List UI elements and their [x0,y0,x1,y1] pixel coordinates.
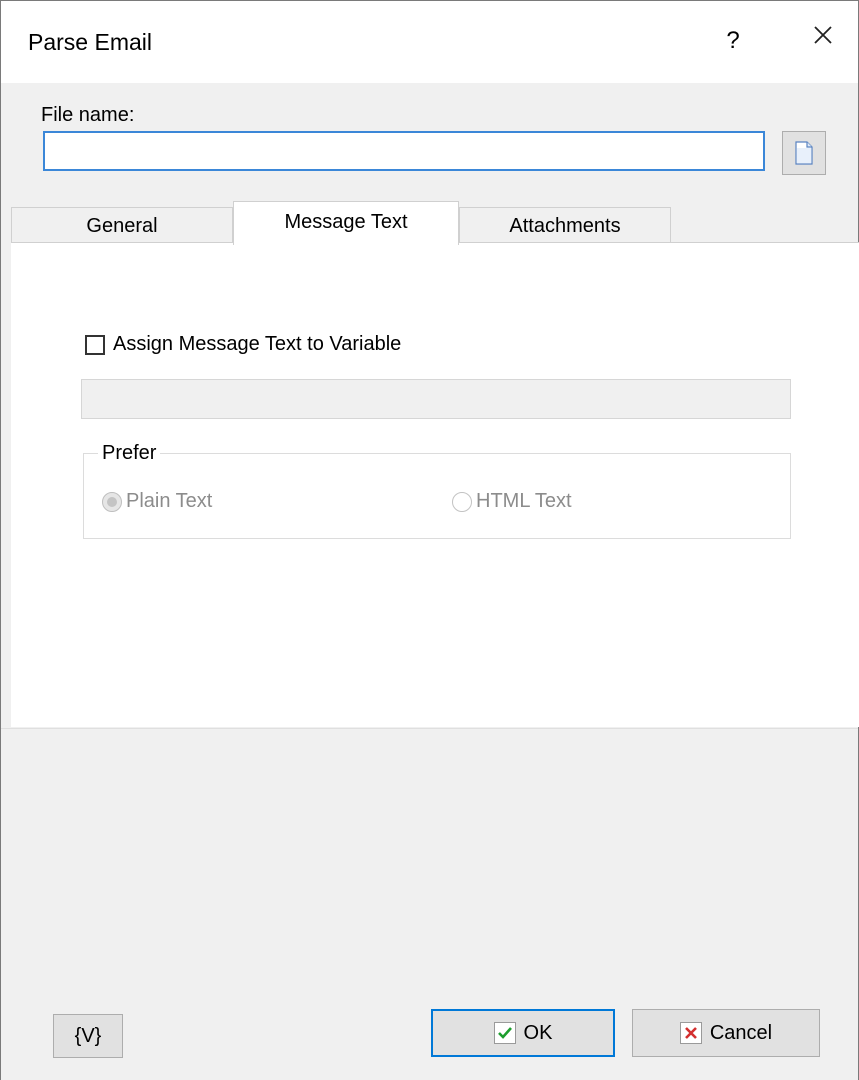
dialog-window: Parse Email ? File name: General Message… [0,0,859,1080]
assign-variable-checkbox[interactable] [85,334,105,355]
dialog-footer: {V} OK Cancel [1,728,858,1080]
tab-message-text[interactable]: Message Text [233,201,459,245]
prefer-legend: Prefer [98,442,161,465]
browse-file-button[interactable] [782,131,826,175]
help-button[interactable]: ? [713,21,753,61]
tab-general[interactable]: General [11,207,233,243]
tab-strip: General Message Text Attachments [11,201,859,245]
html-text-label: HTML Text [476,490,572,512]
assign-variable-label[interactable]: Assign Message Text to Variable [113,333,401,356]
assign-variable-option[interactable]: Assign Message Text to Variable [85,333,401,356]
document-icon [795,141,813,165]
ok-button[interactable]: OK [431,1009,615,1057]
prefer-group: Prefer Plain Text HTML Text [83,442,791,539]
cancel-button[interactable]: Cancel [632,1009,820,1057]
cancel-x-icon [679,1022,702,1044]
file-name-label: File name: [41,104,135,126]
tab-attachments[interactable]: Attachments [459,207,671,243]
radio-html-text: HTML Text [452,490,572,513]
variables-button-label: {V} [74,1024,102,1047]
close-icon [814,26,832,44]
radio-plain-text: Plain Text [102,490,212,513]
file-name-input[interactable] [43,131,765,171]
html-text-radio [452,491,472,512]
ok-label: OK [523,1021,553,1044]
close-button[interactable] [801,21,845,61]
plain-text-label: Plain Text [126,490,213,512]
title-bar: Parse Email ? [1,1,858,83]
variables-button[interactable]: {V} [53,1014,123,1058]
message-text-panel: Assign Message Text to Variable Prefer P… [11,242,859,727]
plain-text-radio [102,491,122,512]
check-icon [493,1022,516,1044]
dialog-title: Parse Email [28,29,152,55]
cancel-label: Cancel [709,1021,773,1044]
variable-name-input [81,379,791,419]
